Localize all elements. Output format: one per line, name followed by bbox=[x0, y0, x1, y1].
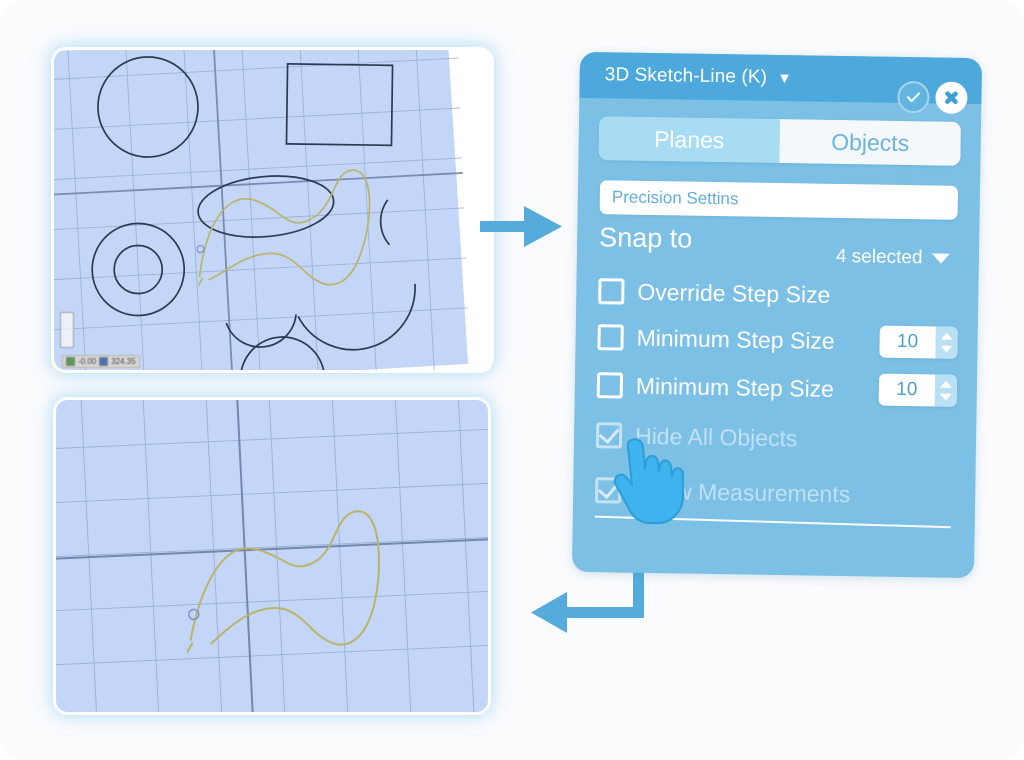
checkbox-label-minimum-step-size-2: Minimum Step Size bbox=[635, 372, 835, 402]
tab-objects[interactable]: Objects bbox=[779, 119, 962, 166]
checkmark-icon bbox=[906, 92, 921, 103]
tab-planes[interactable]: Planes bbox=[598, 116, 781, 164]
checkbox-row-show-measurements[interactable]: Show Measurements bbox=[595, 473, 851, 511]
checkbox-show-measurements[interactable] bbox=[595, 477, 622, 504]
stepper-minimum-step-size-2[interactable]: 10 bbox=[878, 373, 958, 407]
checkbox-label-show-measurements: Show Measurements bbox=[634, 477, 851, 507]
checkbox-label-minimum-step-size-1: Minimum Step Size bbox=[636, 324, 835, 354]
coord-y-swatch bbox=[99, 357, 109, 366]
sketch-canvas-bottom-svg bbox=[56, 400, 488, 712]
checkmark-icon bbox=[597, 477, 619, 500]
sketch-viewport-objects-hidden[interactable] bbox=[56, 400, 488, 712]
stepper-buttons-1 bbox=[935, 326, 958, 359]
stepper-minimum-step-size-1[interactable]: 10 bbox=[879, 325, 958, 359]
checkbox-override-step-size[interactable] bbox=[598, 278, 625, 305]
coordinate-readout: -0.00 324.35 bbox=[62, 355, 140, 368]
checkbox-row-override-step-size[interactable]: Override Step Size bbox=[598, 274, 831, 312]
sketch-canvas-top-svg bbox=[54, 50, 491, 370]
chevron-down-icon bbox=[931, 253, 950, 264]
sketch-viewport-all-objects[interactable]: -0.00 324.35 bbox=[54, 50, 491, 370]
title-dropdown-caret-icon[interactable]: ▼ bbox=[777, 69, 792, 86]
snap-to-label: Snap to bbox=[598, 222, 693, 254]
ok-button[interactable] bbox=[897, 80, 930, 114]
stepper-decrement-icon[interactable] bbox=[940, 345, 953, 353]
stepper-value-1: 10 bbox=[896, 330, 919, 353]
stepper-increment-icon[interactable] bbox=[940, 332, 953, 340]
tab-objects-label: Objects bbox=[831, 128, 910, 156]
close-x-icon bbox=[945, 91, 958, 105]
checkbox-label-override-step-size: Override Step Size bbox=[637, 278, 831, 308]
sketch-line-dialog[interactable]: 3D Sketch-Line (K) ▼ Planes Objects Prec… bbox=[571, 51, 983, 579]
checkbox-row-minimum-step-size-1[interactable]: Minimum Step Size bbox=[597, 320, 835, 358]
checkbox-row-hide-all-objects[interactable]: Hide All Objects bbox=[595, 418, 798, 455]
stepper-increment-icon[interactable] bbox=[939, 380, 952, 388]
stepper-value-2: 10 bbox=[896, 378, 918, 401]
precision-settings-value: Precision Settins bbox=[611, 187, 739, 209]
viewport-side-widget bbox=[60, 312, 74, 348]
checkbox-minimum-step-size-1[interactable] bbox=[597, 324, 624, 351]
checkbox-minimum-step-size-2[interactable] bbox=[596, 372, 624, 399]
snap-to-selection-value: 4 selected bbox=[835, 245, 923, 269]
snap-to-selection-dropdown[interactable]: 4 selected bbox=[825, 242, 959, 274]
chevron-down-icon bbox=[925, 197, 946, 209]
checkbox-label-hide-all-objects: Hide All Objects bbox=[634, 422, 798, 451]
close-button[interactable] bbox=[935, 81, 968, 114]
dialog-tabs: Planes Objects bbox=[598, 116, 962, 166]
stepper-buttons-2 bbox=[934, 374, 958, 407]
coord-x-value: -0.00 bbox=[78, 357, 97, 366]
dialog-title: 3D Sketch-Line (K) bbox=[604, 64, 768, 88]
checkbox-row-minimum-step-size-2[interactable]: Minimum Step Size bbox=[596, 368, 835, 406]
arrow-right-icon bbox=[480, 206, 562, 247]
checkbox-hide-all-objects[interactable] bbox=[595, 422, 623, 449]
stepper-decrement-icon[interactable] bbox=[939, 393, 952, 401]
tab-planes-label: Planes bbox=[653, 125, 725, 153]
dialog-title-buttons bbox=[897, 80, 968, 114]
precision-settings-dropdown[interactable]: Precision Settins bbox=[599, 180, 959, 220]
coord-y-value: 324.35 bbox=[111, 357, 136, 366]
page-root: -0.00 324.35 3D Sketch-Line (K) ▼ Planes… bbox=[0, 0, 1024, 760]
coord-x-swatch bbox=[66, 357, 75, 366]
checkmark-icon bbox=[598, 422, 620, 445]
